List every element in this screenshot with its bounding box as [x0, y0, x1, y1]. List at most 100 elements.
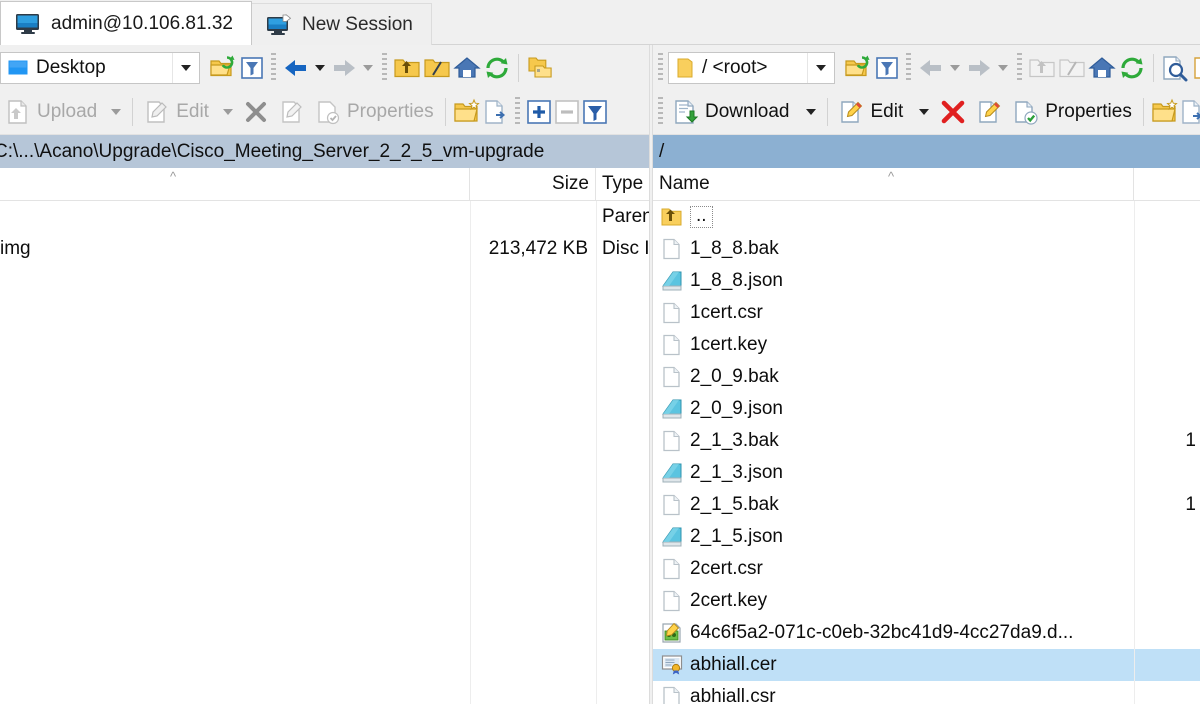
- panel-splitter[interactable]: [649, 45, 653, 704]
- remote-row-name: 2_1_3.bak: [690, 430, 779, 451]
- local-column-header-size[interactable]: Size: [470, 167, 596, 201]
- remote-column-name-label: Name: [659, 173, 710, 194]
- table-row[interactable]: 2_1_5.json: [653, 521, 1200, 553]
- local-root-directory-icon[interactable]: [422, 55, 452, 81]
- edit-dropdown-icon: [222, 109, 233, 115]
- toolbar-grip[interactable]: [512, 97, 522, 127]
- session-tab-label: admin@10.106.81.32: [51, 12, 233, 34]
- remote-column-header-name[interactable]: Name ^: [653, 167, 1134, 201]
- remote-properties-button[interactable]: Properties: [1008, 94, 1137, 130]
- table-row[interactable]: 64c6f5a2-071c-c0eb-32bc41d9-4cc27da9.d..…: [653, 617, 1200, 649]
- toolbar-grip[interactable]: [1015, 52, 1024, 83]
- local-row-size: 213,472 KB: [488, 238, 588, 259]
- remote-row-name-cell: 2_1_5.json: [653, 526, 1134, 548]
- remote-row-size: 1: [1185, 430, 1196, 451]
- local-open-directory-icon[interactable]: [208, 54, 238, 82]
- upload-icon: [5, 99, 31, 125]
- table-row[interactable]: 1cert.key: [653, 329, 1200, 361]
- local-parent-directory-icon[interactable]: [392, 55, 422, 81]
- signed-document-icon: [661, 622, 683, 644]
- local-column-header-name[interactable]: ^: [0, 167, 470, 201]
- remote-edit-dropdown-icon[interactable]: [919, 109, 930, 115]
- remote-new-folder-icon[interactable]: [1150, 98, 1180, 126]
- local-column-header-type[interactable]: Type: [596, 168, 649, 201]
- table-row[interactable]: 2_1_3.json: [653, 457, 1200, 489]
- local-filter-funnel-icon[interactable]: [238, 54, 266, 82]
- remote-row-size-cell: 1: [1134, 494, 1200, 516]
- edit-button-label: Edit: [176, 101, 209, 122]
- table-row[interactable]: 1_8_8.bak: [653, 233, 1200, 265]
- remote-row-name-cell: abhiall.cer: [653, 654, 1134, 676]
- new-session-tab[interactable]: New Session: [250, 3, 432, 45]
- local-location-combobox[interactable]: Desktop: [0, 51, 200, 84]
- remote-file-list[interactable]: .. 1_8_8.bak 1_8_8.json 1cert.csr 1cert.key 2…: [653, 201, 1200, 704]
- parent-folder-icon: [661, 207, 683, 227]
- delete-button: [238, 94, 274, 130]
- local-home-directory-icon[interactable]: [452, 55, 482, 81]
- tab-bar-empty-area: [430, 0, 1200, 45]
- remote-column-header-size[interactable]: [1134, 168, 1200, 201]
- table-row[interactable]: 2_1_5.bak 1: [653, 489, 1200, 521]
- local-path-bar[interactable]: C:\...\Acano\Upgrade\Cisco_Meeting_Serve…: [0, 135, 649, 168]
- table-row[interactable]: 2cert.csr: [653, 553, 1200, 585]
- local-add-bookmark-icon[interactable]: [525, 54, 555, 82]
- toolbar-grip[interactable]: [656, 52, 665, 83]
- download-icon: [673, 99, 699, 125]
- table-row[interactable]: 2cert.key: [653, 585, 1200, 617]
- table-row[interactable]: abhiall.csr: [653, 681, 1200, 704]
- table-row[interactable]: img 213,472 KB Disc I: [0, 233, 649, 265]
- toolbar-grip[interactable]: [269, 52, 278, 83]
- remote-row-name: 2_1_5.bak: [690, 494, 779, 515]
- remote-row-name: 2_0_9.bak: [690, 366, 779, 387]
- remote-filter-funnel-icon[interactable]: [873, 54, 901, 82]
- table-row[interactable]: abhiall.cer: [653, 649, 1200, 681]
- selection-filter-icon[interactable]: [581, 98, 609, 126]
- session-tab-active[interactable]: admin@10.106.81.32: [0, 1, 252, 45]
- new-file-icon[interactable]: [482, 98, 510, 126]
- remote-refresh-icon[interactable]: [1117, 54, 1147, 82]
- local-back-dropdown-icon[interactable]: [311, 64, 329, 71]
- table-row[interactable]: 1_8_8.json: [653, 265, 1200, 297]
- remote-row-name-cell: 64c6f5a2-071c-c0eb-32bc41d9-4cc27da9.d..…: [653, 622, 1134, 644]
- remote-panel: / <root> Download Edit Properties / Name…: [653, 45, 1200, 704]
- find-files-icon[interactable]: [1160, 54, 1190, 82]
- select-minus-icon: [553, 98, 581, 126]
- remote-location-combobox[interactable]: / <root>: [668, 51, 835, 84]
- remote-new-file-icon[interactable]: [1180, 98, 1200, 126]
- remote-open-directory-icon[interactable]: [843, 54, 873, 82]
- local-back-arrow-icon[interactable]: [281, 55, 311, 81]
- upload-button: Upload: [0, 94, 126, 130]
- local-file-list[interactable]: Paren img 213,472 KB Disc I: [0, 201, 649, 704]
- table-row[interactable]: 1cert.csr: [653, 297, 1200, 329]
- new-session-tab-label: New Session: [301, 13, 413, 35]
- local-row-name: img: [0, 238, 31, 259]
- local-location-dropdown-arrow[interactable]: [172, 52, 199, 83]
- remote-rename-button[interactable]: [972, 94, 1008, 130]
- remote-sort-ascending-icon: ^: [888, 168, 895, 184]
- table-row[interactable]: 2_0_9.bak: [653, 361, 1200, 393]
- new-folder-icon[interactable]: [452, 98, 482, 126]
- local-navigation-toolbar: Desktop: [0, 45, 649, 90]
- document-icon: [661, 366, 683, 388]
- toolbar-separator: [132, 98, 134, 126]
- remote-overflow-icon[interactable]: [1192, 54, 1200, 82]
- remote-home-directory-icon[interactable]: [1087, 55, 1117, 81]
- remote-path-bar[interactable]: /: [653, 135, 1200, 168]
- download-button[interactable]: Download: [668, 94, 821, 130]
- download-dropdown-icon[interactable]: [805, 109, 816, 115]
- toolbar-grip[interactable]: [380, 52, 389, 83]
- remote-edit-button[interactable]: Edit: [834, 94, 935, 130]
- remote-rows-container: .. 1_8_8.bak 1_8_8.json 1cert.csr 1cert.key 2…: [653, 201, 1200, 704]
- remote-row-name-cell: 1cert.csr: [653, 302, 1134, 324]
- table-row[interactable]: 2_1_3.bak 1: [653, 425, 1200, 457]
- table-row[interactable]: ..: [653, 201, 1200, 233]
- select-plus-icon[interactable]: [525, 98, 553, 126]
- remote-delete-button[interactable]: [934, 94, 972, 130]
- toolbar-grip[interactable]: [656, 97, 665, 127]
- upload-dropdown-icon: [111, 109, 122, 115]
- local-refresh-icon[interactable]: [482, 54, 512, 82]
- table-row[interactable]: 2_0_9.json: [653, 393, 1200, 425]
- remote-location-dropdown-arrow[interactable]: [807, 52, 834, 83]
- toolbar-grip[interactable]: [904, 52, 913, 83]
- table-row[interactable]: Paren: [0, 201, 649, 233]
